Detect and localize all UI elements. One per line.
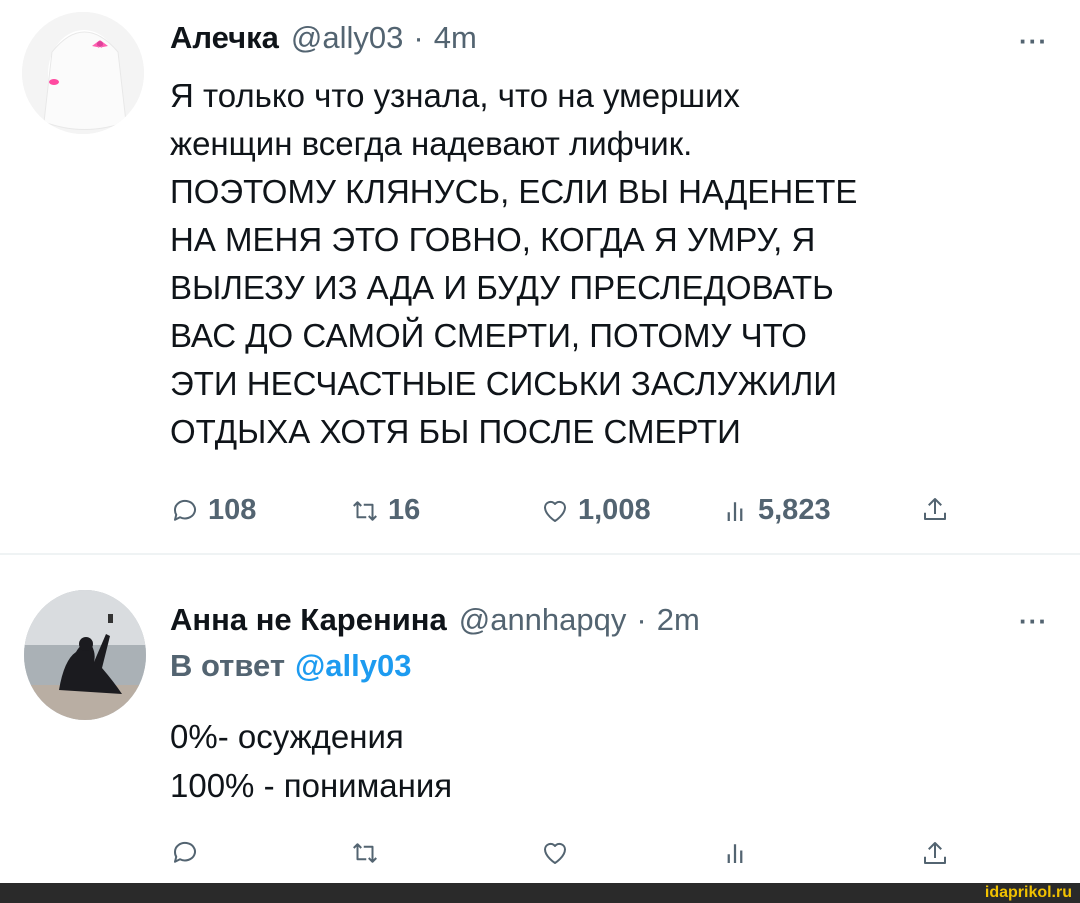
tweet-text-line: НА МЕНЯ ЭТО ГОВНО, КОГДА Я УМРУ, Я (170, 221, 816, 258)
share-icon (924, 498, 946, 520)
tweet[interactable]: Алечка @ally03 · 4m ··· Я только что узн… (0, 0, 1080, 552)
tweet-text-line: ЭТИ НЕСЧАСТНЫЕ СИСЬКИ ЗАСЛУЖИЛИ (170, 365, 838, 402)
retweet-count: 16 (388, 494, 421, 526)
avatar[interactable] (24, 590, 146, 720)
like-count: 1,008 (578, 494, 651, 526)
tweet-text: Я только что узнала, что на умерших женщ… (170, 72, 1050, 456)
tweet-text-line: Я только что узнала, что на умерших (170, 77, 740, 114)
tweet-text-line: 0%- осуждения (170, 718, 404, 755)
separator-dot: · (413, 20, 424, 55)
timestamp[interactable]: 2m (657, 602, 700, 638)
like-icon (544, 842, 566, 864)
avatar[interactable] (22, 12, 144, 134)
more-options-icon[interactable]: ··· (1019, 606, 1048, 637)
watermark: idaprikol.ru (984, 884, 1072, 901)
reply-button[interactable] (170, 838, 200, 868)
user-handle[interactable]: @ally03 (291, 20, 403, 56)
views-icon (727, 501, 743, 521)
tweet-divider (0, 553, 1080, 555)
display-name[interactable]: Алечка (170, 20, 279, 56)
replying-to: В ответ @ally03 (170, 648, 411, 684)
separator-dot: · (636, 602, 647, 637)
tweet-header: Алечка @ally03 · 4m (170, 20, 477, 56)
mention-link[interactable]: @ally03 (295, 648, 411, 683)
like-button[interactable]: 1,008 (540, 494, 651, 527)
views-button[interactable]: 5,823 (720, 494, 831, 527)
share-icon (924, 842, 946, 864)
display-name[interactable]: Анна не Каренина (170, 602, 447, 638)
tweet-text-line: женщин всегда надевают лифчик. (170, 125, 693, 162)
retweet-button[interactable]: 16 (350, 494, 420, 527)
share-button[interactable] (920, 838, 950, 868)
watermark-bar: idaprikol.ru (0, 883, 1080, 903)
tweet-text: 0%- осуждения 100% - понимания (170, 712, 1050, 810)
views-icon (727, 844, 743, 863)
retweet-icon (353, 500, 377, 521)
retweet-button[interactable] (350, 838, 380, 868)
tweet-text-line: ПОЭТОМУ КЛЯНУСЬ, ЕСЛИ ВЫ НАДЕНЕТЕ (170, 173, 858, 210)
like-button[interactable] (540, 838, 570, 868)
views-button[interactable] (720, 838, 750, 868)
tweet-text-line: ВАС ДО САМОЙ СМЕРТИ, ПОТОМУ ЧТО (170, 317, 807, 354)
tweet-header: Анна не Каренина @annhapqy · 2m (170, 602, 700, 638)
action-bar (160, 838, 960, 878)
tweet-text-line: ОТДЫХА ХОТЯ БЫ ПОСЛЕ СМЕРТИ (170, 413, 741, 450)
replying-to-label: В ответ (170, 648, 286, 683)
tweet-text-line: 100% - понимания (170, 767, 453, 804)
reply-icon (173, 499, 196, 521)
reply-count: 108 (208, 494, 257, 526)
retweet-icon (353, 843, 377, 863)
tweet-text-line: ВЫЛЕЗУ ИЗ АДА И БУДУ ПРЕСЛЕДОВАТЬ (170, 269, 834, 306)
share-button[interactable] (920, 494, 950, 524)
action-bar: 108 16 1,008 5,823 (160, 494, 960, 534)
reply-icon (173, 841, 196, 863)
like-icon (544, 500, 566, 522)
user-handle[interactable]: @annhapqy (459, 602, 627, 638)
more-options-icon[interactable]: ··· (1019, 26, 1048, 57)
reply-button[interactable]: 108 (170, 494, 256, 527)
views-count: 5,823 (758, 494, 831, 526)
timestamp[interactable]: 4m (434, 20, 477, 56)
